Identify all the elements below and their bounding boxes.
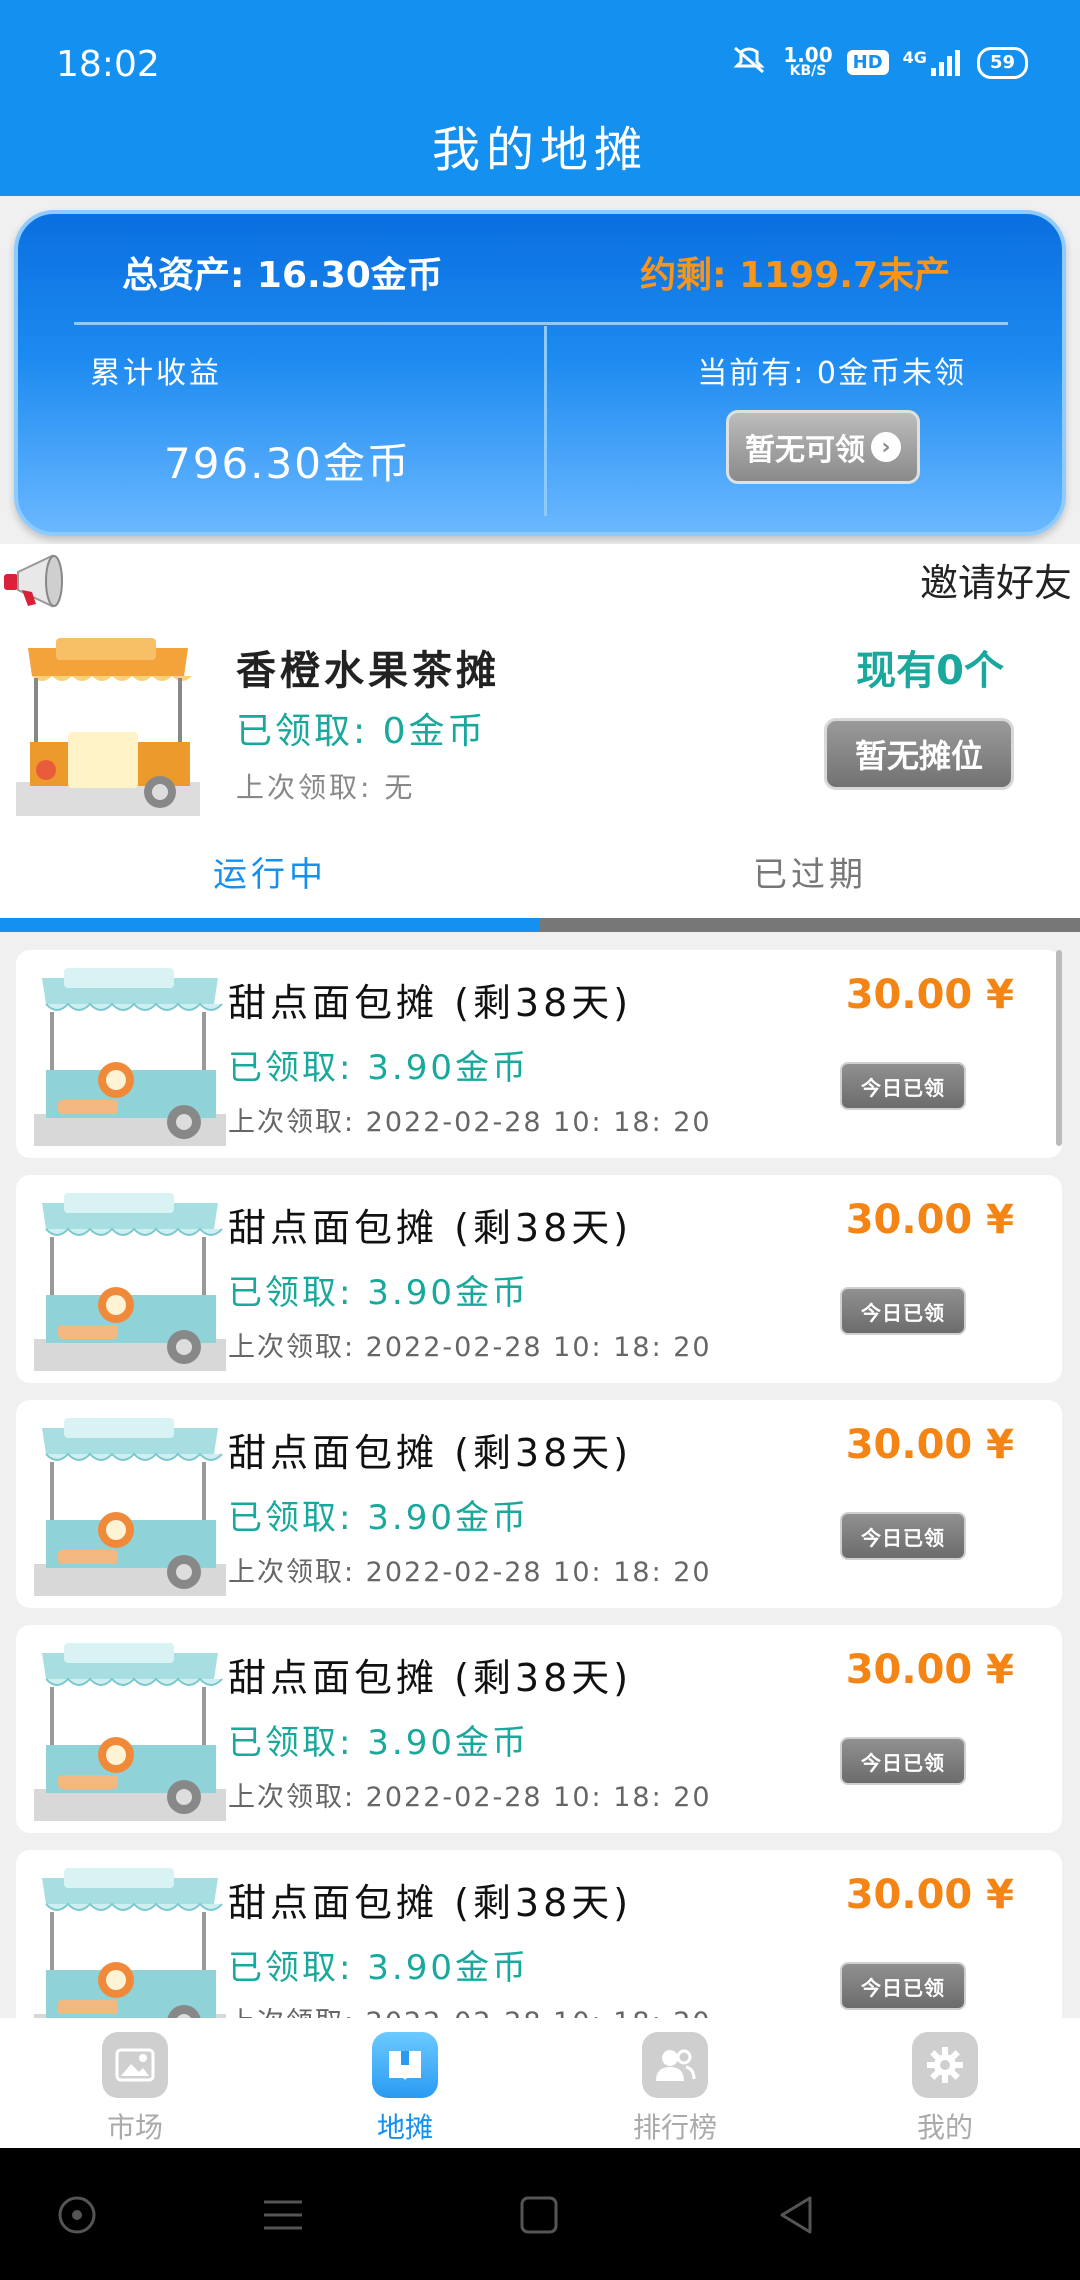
stall-name: 甜点面包摊 (剩38天) [228, 1431, 633, 1475]
status-tabs: 运行中 已过期 [0, 824, 1080, 932]
claimed-today-button[interactable]: 今日已领 [840, 1062, 966, 1110]
current-unclaimed: 当前有: 0金币未领 [697, 356, 966, 391]
claimed-today-button[interactable]: 今日已领 [840, 1512, 966, 1560]
no-stall-button[interactable]: 暂无摊位 [824, 718, 1014, 790]
notice-clip: 邀请好友 [0, 544, 1080, 614]
stall-name: 甜点面包摊 (剩38天) [228, 1206, 633, 1250]
hd-badge: HD [846, 50, 889, 75]
megaphone-icon [0, 548, 72, 614]
nav-ranking-label: 排行榜 [632, 2111, 717, 2144]
stall-claimed: 已领取: 3.90金币 [228, 1273, 529, 1313]
divider [544, 326, 547, 516]
nav-mine-label: 我的 [916, 2111, 973, 2144]
bakery-cart-image [34, 1864, 226, 2018]
cumulative-label: 累计收益 [90, 356, 222, 391]
stall-last-claim: 上次领取: 2022-02-28 10: 18: 20 [228, 1332, 712, 1363]
back-icon[interactable] [770, 2188, 824, 2242]
claimed-today-button[interactable]: 今日已领 [840, 1962, 966, 2010]
stall-price: 30.00 ¥ [845, 972, 1014, 1018]
bakery-cart-image [34, 1189, 226, 1371]
stall-card: 甜点面包摊 (剩38天) 已领取: 3.90金币 上次领取: 2022-02-2… [16, 950, 1062, 1158]
cumulative-value: 796.30金币 [164, 439, 411, 488]
system-navigation-bar [0, 2148, 1080, 2280]
featured-owned-count: 现有0个 [856, 648, 1004, 694]
tab-running[interactable]: 运行中 [0, 824, 540, 918]
bottom-nav: 市场 地摊 排行榜 我的 [0, 2018, 1080, 2148]
nav-ranking[interactable]: 排行榜 [540, 2032, 810, 2146]
featured-claimed: 已领取: 0金币 [236, 711, 487, 752]
stall-price: 30.00 ¥ [845, 1647, 1014, 1693]
net-speed-value: 1.00 [783, 42, 833, 67]
notice-bar: 邀请好友 [0, 544, 1080, 614]
stall-list[interactable]: 甜点面包摊 (剩38天) 已领取: 3.90金币 上次领取: 2022-02-2… [0, 932, 1080, 2018]
stall-claimed: 已领取: 3.90金币 [228, 1498, 529, 1538]
assistant-icon[interactable] [50, 2188, 104, 2242]
stall-name: 甜点面包摊 (剩38天) [228, 1881, 633, 1925]
battery-icon: 59 [976, 46, 1028, 79]
notice-text: 邀请好友 [920, 561, 1073, 605]
network-label: 4G [902, 47, 927, 67]
stall-price: 30.00 ¥ [845, 1197, 1014, 1243]
featured-stall-name: 香橙水果茶摊 [236, 648, 500, 694]
stall-card: 甜点面包摊 (剩38天) 已领取: 3.90金币 上次领取: 2022-02-2… [16, 1175, 1062, 1383]
stall-last-claim: 上次领取: 2022-02-28 10: 18: 20 [228, 1782, 712, 1813]
nav-market-label: 市场 [106, 2111, 163, 2144]
book-icon [372, 2032, 438, 2098]
asset-summary-card: 总资产: 16.30金币 约剩: 1199.7未产 累计收益 796.30金币 … [14, 210, 1066, 536]
claim-button[interactable]: 暂无可领 › [726, 410, 920, 484]
tab-expired[interactable]: 已过期 [540, 824, 1080, 918]
nav-stall[interactable]: 地摊 [270, 2032, 540, 2146]
gear-icon [912, 2032, 978, 2098]
stall-last-claim: 上次领取: 2022-02-28 10: 18: 20 [228, 1557, 712, 1588]
claim-button-label: 暂无可领 [745, 433, 865, 468]
stall-card: 甜点面包摊 (剩38天) 已领取: 3.90金币 上次领取: 2022-02-2… [16, 1850, 1062, 2018]
stall-card: 甜点面包摊 (剩38天) 已领取: 3.90金币 上次领取: 2022-02-2… [16, 1625, 1062, 1833]
divider [74, 322, 1008, 325]
nav-market[interactable]: 市场 [0, 2032, 270, 2146]
image-icon [102, 2032, 168, 2098]
stall-claimed: 已领取: 3.90金币 [228, 1048, 529, 1088]
stall-last-claim: 上次领取: 2022-02-28 10: 18: 20 [228, 1107, 712, 1138]
featured-last-claim: 上次领取: 无 [236, 771, 416, 804]
stall-card: 甜点面包摊 (剩38天) 已领取: 3.90金币 上次领取: 2022-02-2… [16, 1400, 1062, 1608]
claimed-today-button[interactable]: 今日已领 [840, 1287, 966, 1335]
nav-stall-label: 地摊 [376, 2111, 433, 2144]
net-speed-unit: KB/S [789, 62, 827, 79]
page-title: 我的地摊 [431, 122, 648, 178]
stall-name: 甜点面包摊 (剩38天) [228, 981, 633, 1025]
fruit-tea-cart-image [16, 632, 200, 816]
scrollbar[interactable] [1056, 950, 1062, 1146]
header: 18:02 1.00 KB/S HD 4G 59 我的地摊 [0, 0, 1080, 196]
menu-icon[interactable] [256, 2188, 310, 2242]
bakery-cart-image [34, 1414, 226, 1596]
claimed-today-button[interactable]: 今日已领 [840, 1737, 966, 1785]
stall-price: 30.00 ¥ [845, 1872, 1014, 1918]
users-icon [642, 2032, 708, 2098]
stall-price: 30.00 ¥ [845, 1422, 1014, 1468]
stall-claimed: 已领取: 3.90金币 [228, 1948, 529, 1988]
tab-indicator-inactive [540, 918, 1080, 932]
stall-name: 甜点面包摊 (剩38天) [228, 1656, 633, 1700]
chevron-right-icon: › [871, 432, 901, 462]
remaining-assets: 约剩: 1199.7未产 [640, 255, 950, 296]
mute-icon [729, 44, 769, 81]
stall-claimed: 已领取: 3.90金币 [228, 1723, 529, 1763]
bakery-cart-image [34, 1639, 226, 1821]
total-assets: 总资产: 16.30金币 [122, 255, 443, 296]
stall-last-claim: 上次领取: 2022-02-28 10: 18: 20 [228, 2000, 712, 2018]
status-time: 18:02 [56, 44, 160, 85]
signal-icon: 4G [903, 48, 963, 78]
status-icons: 1.00 KB/S HD 4G 59 [729, 44, 1028, 81]
bakery-cart-image [34, 964, 226, 1146]
nav-mine[interactable]: 我的 [810, 2032, 1080, 2146]
net-speed: 1.00 KB/S [783, 42, 833, 79]
home-icon[interactable] [512, 2188, 566, 2242]
tab-indicator-active [0, 918, 540, 932]
featured-stall: 香橙水果茶摊 已领取: 0金币 上次领取: 无 现有0个 暂无摊位 [0, 614, 1080, 824]
